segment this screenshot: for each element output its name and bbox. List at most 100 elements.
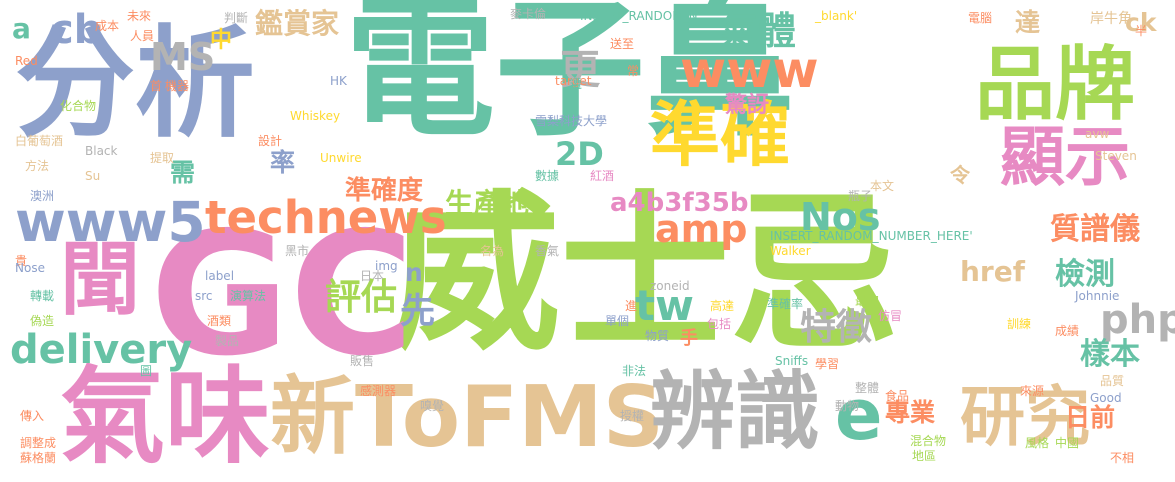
cloud-word: 單個 [605,314,630,328]
cloud-word: Johnnie [1075,289,1120,303]
cloud-word: 品質 [1100,374,1125,388]
cloud-word: 雪梨科技大學 [535,114,608,128]
cloud-word: a4b3f35b [610,188,749,218]
cloud-word: zoneid [650,279,690,293]
cloud-word: 成績 [1055,324,1080,338]
cloud-word: 圖 [140,364,153,378]
cloud-word: 驚訝 [725,93,770,118]
cloud-word: 樣本 [1080,337,1140,372]
cloud-word: INSERT_RANDOM_NUMBER_HERE' [770,229,973,243]
cloud-word: n [405,258,423,287]
cloud-word: 調整成 [20,436,57,450]
cloud-word: 授權 [620,409,645,423]
cloud-word: 製品 [215,334,240,348]
cloud-word: 進 [625,299,638,313]
cloud-word: 化合物 [60,99,97,113]
cloud-word: 物質 [645,329,670,343]
cloud-word: avw [1085,127,1110,141]
cloud-word: 新ToFMS [270,368,664,467]
cloud-word: 送至 [610,37,635,51]
cloud-word: 紅酒 [590,169,615,183]
cloud-word: 澳洲 [30,189,55,203]
cloud-word: 整體 [855,381,880,395]
cloud-word: MS [150,35,216,79]
cloud-word: 名為 [480,244,505,258]
cloud-word: Good [1090,391,1122,405]
cloud-word: Su [85,169,101,183]
cloud-word: 風格 [1025,436,1050,450]
cloud-word: 先 [400,292,436,332]
cloud-word: 率 [270,148,296,177]
cloud-word: 手 [680,328,698,349]
cloud-word: Steven [1095,149,1137,163]
cloud-word: 電腦 [968,11,993,25]
cloud-word: 訓練 [1007,317,1032,331]
cloud-word: label [205,269,235,283]
cloud-word: 香氣 [535,244,560,258]
cloud-word: 品牌 [975,38,1135,131]
cloud-word: img [375,259,398,273]
cloud-word: a [12,12,31,45]
cloud-word: 演算法 [230,289,267,303]
cloud-word: 包括 [707,317,732,331]
cloud-word: 學習 [815,357,840,371]
cloud-word: 本文 [870,179,895,193]
cloud-word: www5 [15,190,206,254]
cloud-word: 傳入 [20,409,45,423]
cloud-word: 設計 [258,134,283,148]
cloud-word: 專業 [885,398,936,427]
cloud-word: Sniffs [775,354,809,368]
cloud-word: 鑑賞家 [255,7,340,40]
cloud-word: Unwire [320,151,362,165]
cloud-word: 來源 [1020,384,1045,398]
cloud-word: 生產地 [445,187,530,220]
cloud-word: 提取 [150,151,175,165]
cloud-word: href [960,255,1025,288]
cloud-word: 評估 [325,277,398,318]
cloud-word: INSERT_RANDOM_N [580,9,698,23]
cloud-word: 未來 [127,9,152,23]
cloud-word: 高達 [710,299,735,313]
cloud-word: Red [15,54,38,68]
cloud-word: 特徵 [800,307,873,348]
cloud-word: 氣體 [720,9,797,53]
cloud-word: src [195,289,213,303]
cloud-word: 辨識 [650,363,821,462]
cloud-word: 機器 [165,79,190,93]
cloud-word: 準確率 [767,297,804,311]
cloud-word: Whiskey [290,109,341,123]
cloud-word: 地區 [912,449,937,463]
cloud-word: 達 [1015,8,1041,37]
cloud-word: Black [85,144,118,158]
cloud-word: 非法 [622,364,647,378]
cloud-word: 岸牛角 [1090,11,1132,27]
cloud-word: Nose [15,261,45,275]
cloud-word: 準確度 [345,176,424,206]
cloud-word: 混合物 [910,434,947,448]
cloud-word: 成本 [95,19,120,33]
cloud-word: 黑市 [285,244,310,258]
cloud-word: 檢測 [1055,257,1115,292]
cloud-word: 瓶子 [848,189,873,203]
cloud-word: 感測器 [360,384,397,398]
cloud-word: 動物 [835,399,860,413]
cloud-word: 常 [627,64,640,78]
cloud-word: 首 [150,79,163,93]
cloud-word: 食品 [885,389,910,403]
cloud-word: php [1100,297,1175,343]
cloud-word: 2D [555,135,604,173]
cloud-word: 蘇格蘭 [20,451,57,465]
cloud-word: 仿冒 [878,309,903,323]
word-cloud: 電子鼻 威士忌 GC 分析 氣味 新ToFMS 辨識 品牌 準確 顯示 研究聞 e www5 www tec… [0,0,1175,482]
cloud-word: 麥卡倫 [510,7,547,21]
cloud-word: 氣味 [60,356,271,478]
cloud-word: 不相 [1110,451,1135,465]
cloud-word: 方法 [25,159,50,173]
cloud-word: 質譜儀 [1050,212,1140,247]
cloud-word: 最初 [855,294,880,308]
cloud-word: delivery [10,327,193,373]
cloud-word: _blank' [815,9,858,23]
cloud-word: 販售 [350,354,375,368]
cloud-word: 遭 [570,77,583,91]
cloud-word: 酒類 [207,314,232,328]
